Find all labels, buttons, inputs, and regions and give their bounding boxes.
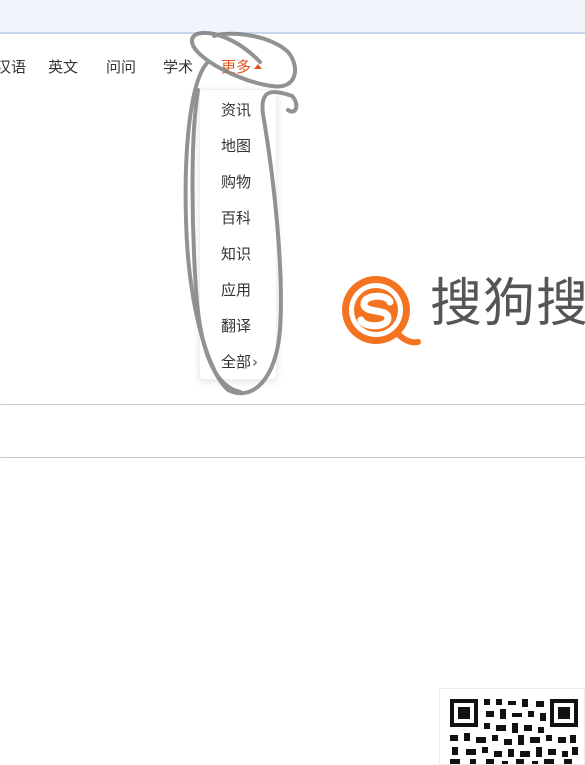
dropdown-item-knowledge[interactable]: 知识 bbox=[221, 243, 251, 265]
logo-wordmark: 搜狗搜 bbox=[430, 274, 585, 334]
hand-drawn-circle-annotation bbox=[183, 30, 299, 396]
nav-item-english[interactable]: 英文 bbox=[48, 56, 78, 78]
nav-item-academic[interactable]: 学术 bbox=[163, 56, 193, 78]
top-nav: 汉语 英文 问问 学术 更多 bbox=[0, 56, 585, 80]
dropdown-item-all[interactable]: 全部› bbox=[221, 351, 258, 373]
sogou-logo-icon bbox=[342, 276, 421, 346]
dropdown-item-map[interactable]: 地图 bbox=[221, 135, 251, 157]
nav-item-chinese[interactable]: 汉语 bbox=[0, 56, 26, 78]
chevron-right-icon: › bbox=[252, 353, 259, 371]
sogou-logo: 搜狗搜 bbox=[338, 270, 585, 360]
qr-code bbox=[439, 688, 585, 765]
qr-code-icon bbox=[440, 689, 584, 764]
dropdown-item-encyclopedia[interactable]: 百科 bbox=[221, 207, 251, 229]
nav-item-wenwen[interactable]: 问问 bbox=[106, 56, 136, 78]
browser-toolbar-strip bbox=[0, 0, 585, 34]
nav-item-more-label: 更多 bbox=[221, 58, 252, 76]
page: 汉语 英文 问问 学术 更多 资讯 地图 购物 百科 知识 应用 翻译 全部› … bbox=[0, 0, 585, 765]
dropdown-item-apps[interactable]: 应用 bbox=[221, 279, 251, 301]
caret-up-icon bbox=[254, 64, 263, 69]
dropdown-item-translate[interactable]: 翻译 bbox=[221, 315, 251, 337]
nav-item-more[interactable]: 更多 bbox=[221, 56, 263, 78]
search-input[interactable] bbox=[0, 404, 585, 458]
dropdown-item-shopping[interactable]: 购物 bbox=[221, 171, 251, 193]
dropdown-item-all-label: 全部 bbox=[221, 353, 252, 371]
more-dropdown-menu: 资讯 地图 购物 百科 知识 应用 翻译 全部› bbox=[199, 89, 277, 380]
dropdown-item-news[interactable]: 资讯 bbox=[221, 99, 251, 121]
